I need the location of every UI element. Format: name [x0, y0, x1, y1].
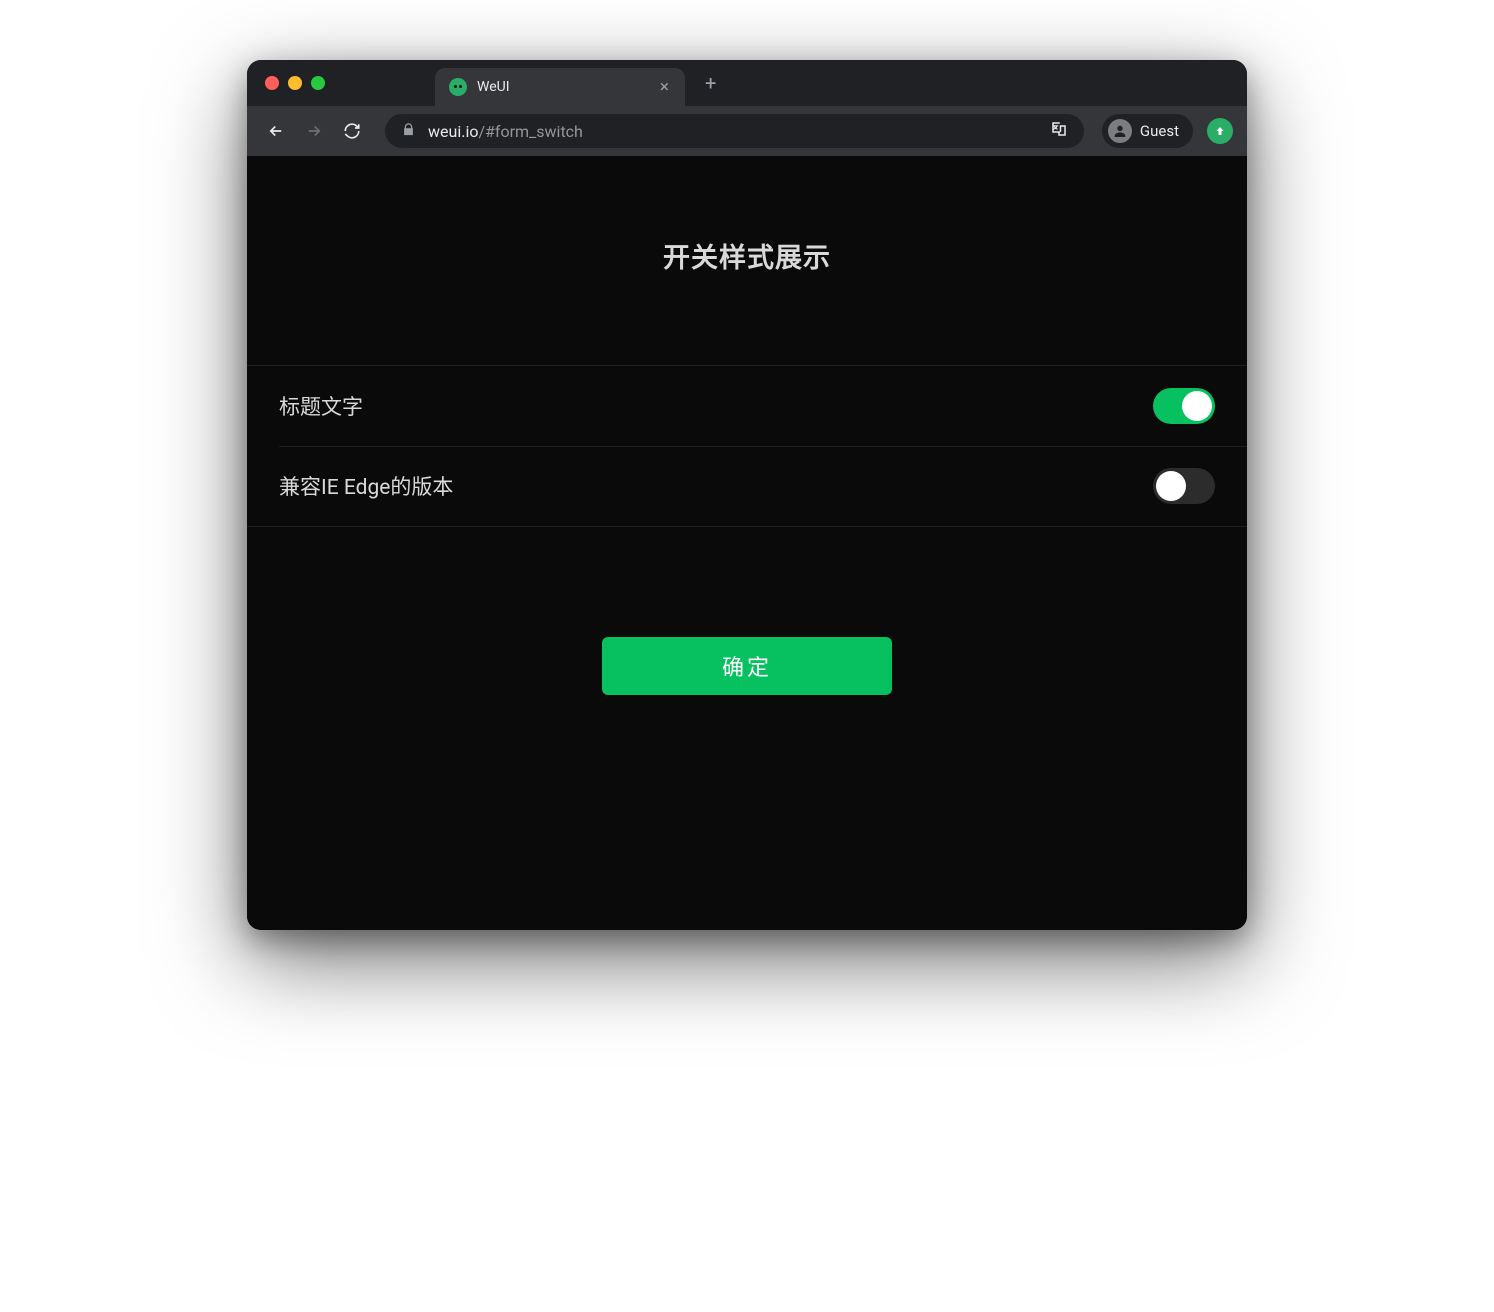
- switch-label: 兼容IE Edge的版本: [279, 471, 453, 501]
- forward-button[interactable]: [299, 116, 329, 146]
- page-title: 开关样式展示: [247, 156, 1247, 365]
- reload-button[interactable]: [337, 116, 367, 146]
- tab-title: WeUI: [477, 79, 648, 95]
- maximize-window-button[interactable]: [311, 76, 325, 90]
- switch-toggle-title-text[interactable]: [1153, 388, 1215, 424]
- switch-knob: [1156, 471, 1186, 501]
- browser-window: WeUI × + weui.io/#form_switch: [247, 60, 1247, 930]
- arrow-right-icon: [305, 122, 323, 140]
- translate-icon: [1050, 120, 1068, 138]
- close-tab-button[interactable]: ×: [658, 77, 671, 98]
- window-controls: [265, 76, 325, 90]
- profile-chip[interactable]: Guest: [1102, 114, 1193, 148]
- switch-knob: [1182, 391, 1212, 421]
- switch-toggle-ie-edge[interactable]: [1153, 468, 1215, 504]
- avatar-icon: [1108, 119, 1132, 143]
- arrow-left-icon: [267, 122, 285, 140]
- url-host: weui.io: [428, 122, 478, 141]
- extension-button[interactable]: [1207, 118, 1233, 144]
- arrow-up-icon: [1214, 125, 1226, 137]
- new-tab-button[interactable]: +: [693, 65, 728, 101]
- close-window-button[interactable]: [265, 76, 279, 90]
- url-path: /#form_switch: [478, 122, 582, 141]
- translate-button[interactable]: [1050, 120, 1068, 142]
- address-bar[interactable]: weui.io/#form_switch: [385, 114, 1084, 148]
- back-button[interactable]: [261, 116, 291, 146]
- browser-tab[interactable]: WeUI ×: [435, 68, 685, 106]
- submit-button[interactable]: 确定: [602, 637, 892, 695]
- minimize-window-button[interactable]: [288, 76, 302, 90]
- url-text: weui.io/#form_switch: [428, 122, 583, 141]
- switch-label: 标题文字: [279, 391, 363, 421]
- button-area: 确定: [247, 527, 1247, 805]
- page-content: 开关样式展示 标题文字 兼容IE Edge的版本 确定: [247, 156, 1247, 930]
- lock-icon: [401, 122, 416, 141]
- tab-bar: WeUI × +: [247, 60, 1247, 106]
- reload-icon: [343, 122, 361, 140]
- profile-name: Guest: [1140, 122, 1179, 140]
- wechat-favicon-icon: [449, 78, 467, 96]
- switch-list: 标题文字 兼容IE Edge的版本: [247, 365, 1247, 527]
- switch-row-title-text: 标题文字: [247, 366, 1247, 446]
- browser-toolbar: weui.io/#form_switch Guest: [247, 106, 1247, 156]
- switch-row-ie-edge: 兼容IE Edge的版本: [247, 446, 1247, 526]
